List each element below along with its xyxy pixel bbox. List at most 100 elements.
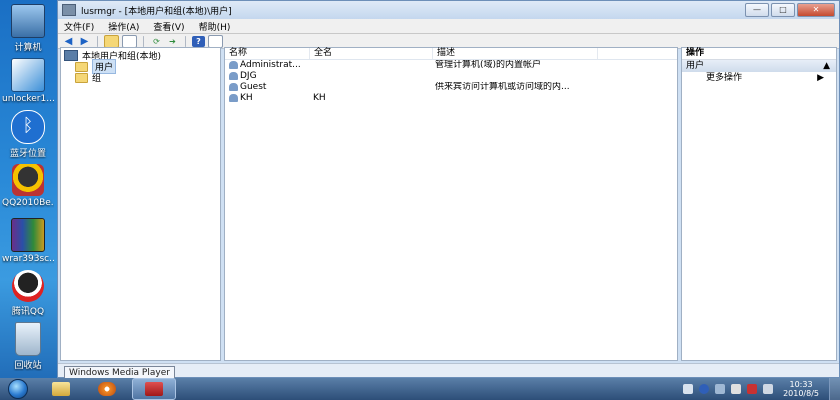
desktop-icon-qq2010[interactable]: QQ2010Be... — [2, 164, 54, 208]
start-button[interactable] — [0, 378, 36, 400]
qq-penguin-icon — [12, 270, 44, 302]
desktop-icon-label: unlocker1... — [2, 94, 54, 104]
refresh-icon[interactable]: ⟳ — [150, 36, 163, 47]
lusrmgr-window: lusrmgr - [本地用户和组(本地)\用户] — □ ✕ 文件(F) 操作… — [57, 0, 840, 378]
actions-header: 操作 — [682, 48, 836, 60]
action-center-icon[interactable] — [731, 384, 742, 394]
up-folder-icon[interactable] — [104, 34, 119, 48]
desktop-icon-label: wrar393sc... — [2, 254, 54, 264]
user-fullname — [309, 60, 431, 71]
desktop-icon-recycle-bin[interactable]: 回收站 — [2, 322, 54, 371]
user-icon — [229, 71, 238, 80]
export-list-icon[interactable]: ➔ — [166, 36, 179, 47]
users-groups-icon — [64, 50, 78, 61]
network-error-icon[interactable] — [747, 384, 758, 394]
bluetooth-icon: ᛒ — [11, 110, 45, 144]
help-icon[interactable] — [699, 384, 710, 394]
recycle-bin-icon — [15, 322, 41, 356]
tree-item-users[interactable]: 用户 — [61, 59, 220, 74]
desktop-icon-tencent-qq[interactable]: 腾讯QQ — [2, 270, 54, 317]
menu-bar: 文件(F) 操作(A) 查看(V) 帮助(H) — [58, 19, 839, 34]
desktop-icon-unlocker[interactable]: unlocker1... — [2, 58, 54, 104]
list-item[interactable]: DJG — [225, 71, 677, 82]
show-desktop-button[interactable] — [829, 378, 840, 400]
user-icon — [229, 82, 238, 91]
list-item[interactable]: KH KH — [225, 93, 677, 104]
actions-section-users[interactable]: 用户 ▲ — [682, 60, 836, 72]
taskbar-media-player[interactable] — [86, 379, 128, 399]
window-title: lusrmgr - [本地用户和组(本地)\用户] — [81, 6, 232, 17]
tree-root[interactable]: 本地用户和组(本地) — [61, 50, 220, 62]
console-panes: 本地用户和组(本地) 用户 组 名称 全名 描述 Administrat... … — [60, 47, 837, 361]
user-icon — [229, 93, 238, 102]
windows-orb-icon — [8, 379, 28, 399]
show-hide-tree-icon[interactable] — [122, 34, 137, 48]
result-pane: 名称 全名 描述 Administrat... 管理计算机(域)的内置帐户 DJ… — [224, 47, 678, 361]
folder-icon — [75, 61, 88, 72]
desktop-icon-winrar[interactable]: wrar393sc... — [2, 218, 54, 264]
system-tray: 10:33 2010/8/5 — [683, 378, 840, 400]
title-bar[interactable]: lusrmgr - [本地用户和组(本地)\用户] — □ ✕ — [58, 1, 839, 19]
menu-file[interactable]: 文件(F) — [64, 20, 94, 33]
desktop-icon-computer[interactable]: 计算机 — [2, 4, 54, 53]
user-name: Guest — [240, 82, 267, 92]
list-item[interactable]: Guest 供来宾访问计算机或访问域的内... — [225, 82, 677, 93]
user-fullname: KH — [313, 93, 326, 103]
network-icon[interactable] — [715, 384, 726, 394]
toolbox-icon — [145, 382, 163, 396]
taskbar-lusrmgr[interactable] — [132, 378, 176, 400]
clock[interactable]: 10:33 2010/8/5 — [783, 380, 819, 398]
desktop-icon-bluetooth[interactable]: ᛒ 蓝牙位置 — [2, 110, 54, 159]
folder-icon — [75, 72, 88, 83]
user-icon — [229, 60, 238, 69]
user-name: Administrat... — [240, 60, 301, 70]
desktop-icon-label: 腾讯QQ — [11, 307, 45, 317]
qq-penguin-icon — [12, 164, 44, 196]
user-fullname — [309, 71, 431, 82]
maximize-button[interactable]: □ — [771, 3, 795, 17]
keyboard-icon[interactable] — [683, 384, 694, 394]
winrar-icon — [11, 218, 45, 252]
show-action-pane-icon[interactable] — [208, 34, 223, 48]
taskbar: 10:33 2010/8/5 — [0, 378, 840, 400]
desktop-icon-label: QQ2010Be... — [2, 198, 54, 208]
clock-time: 10:33 — [789, 380, 813, 389]
list-header: 名称 全名 描述 — [225, 48, 677, 60]
user-description — [431, 93, 595, 104]
toolbar-separator — [185, 35, 186, 47]
user-name: KH — [240, 93, 253, 103]
user-fullname — [309, 82, 431, 93]
menu-help[interactable]: 帮助(H) — [199, 20, 231, 33]
menu-view[interactable]: 查看(V) — [153, 20, 184, 33]
column-header-description[interactable]: 描述 — [433, 48, 598, 59]
desktop-icon-label: 计算机 — [14, 43, 42, 53]
folder-icon — [52, 382, 70, 396]
list-item[interactable]: Administrat... 管理计算机(域)的内置帐户 — [225, 60, 677, 71]
tree-item-label: 组 — [92, 74, 102, 84]
user-description: 供来宾访问计算机或访问域的内... — [435, 82, 570, 92]
column-header-name[interactable]: 名称 — [225, 48, 310, 59]
media-player-icon — [98, 382, 116, 396]
computer-icon — [11, 4, 45, 38]
user-description — [431, 71, 595, 82]
close-button[interactable]: ✕ — [797, 3, 835, 17]
tree-item-groups[interactable]: 组 — [61, 72, 220, 84]
help-icon[interactable]: ? — [192, 35, 205, 47]
user-name: DJG — [240, 71, 257, 81]
menu-action[interactable]: 操作(A) — [108, 20, 139, 33]
volume-icon[interactable] — [763, 384, 774, 394]
back-arrow-icon[interactable]: ◀ — [62, 36, 75, 47]
taskbar-explorer[interactable] — [40, 379, 82, 399]
column-header-fullname[interactable]: 全名 — [310, 48, 433, 59]
forward-arrow-icon[interactable]: ▶ — [78, 36, 91, 47]
actions-section-label: 用户 — [686, 61, 705, 71]
tree-pane: 本地用户和组(本地) 用户 组 — [60, 47, 221, 361]
minimize-button[interactable]: — — [745, 3, 769, 17]
more-actions-item[interactable]: 更多操作 ▶ — [682, 72, 836, 84]
desktop-icon-label: 蓝牙位置 — [9, 149, 46, 159]
toolbar-separator — [97, 35, 98, 47]
clock-date: 2010/8/5 — [783, 389, 819, 398]
more-actions-label: 更多操作 — [706, 73, 743, 83]
mmc-app-icon — [62, 4, 76, 16]
status-bar — [58, 363, 839, 377]
